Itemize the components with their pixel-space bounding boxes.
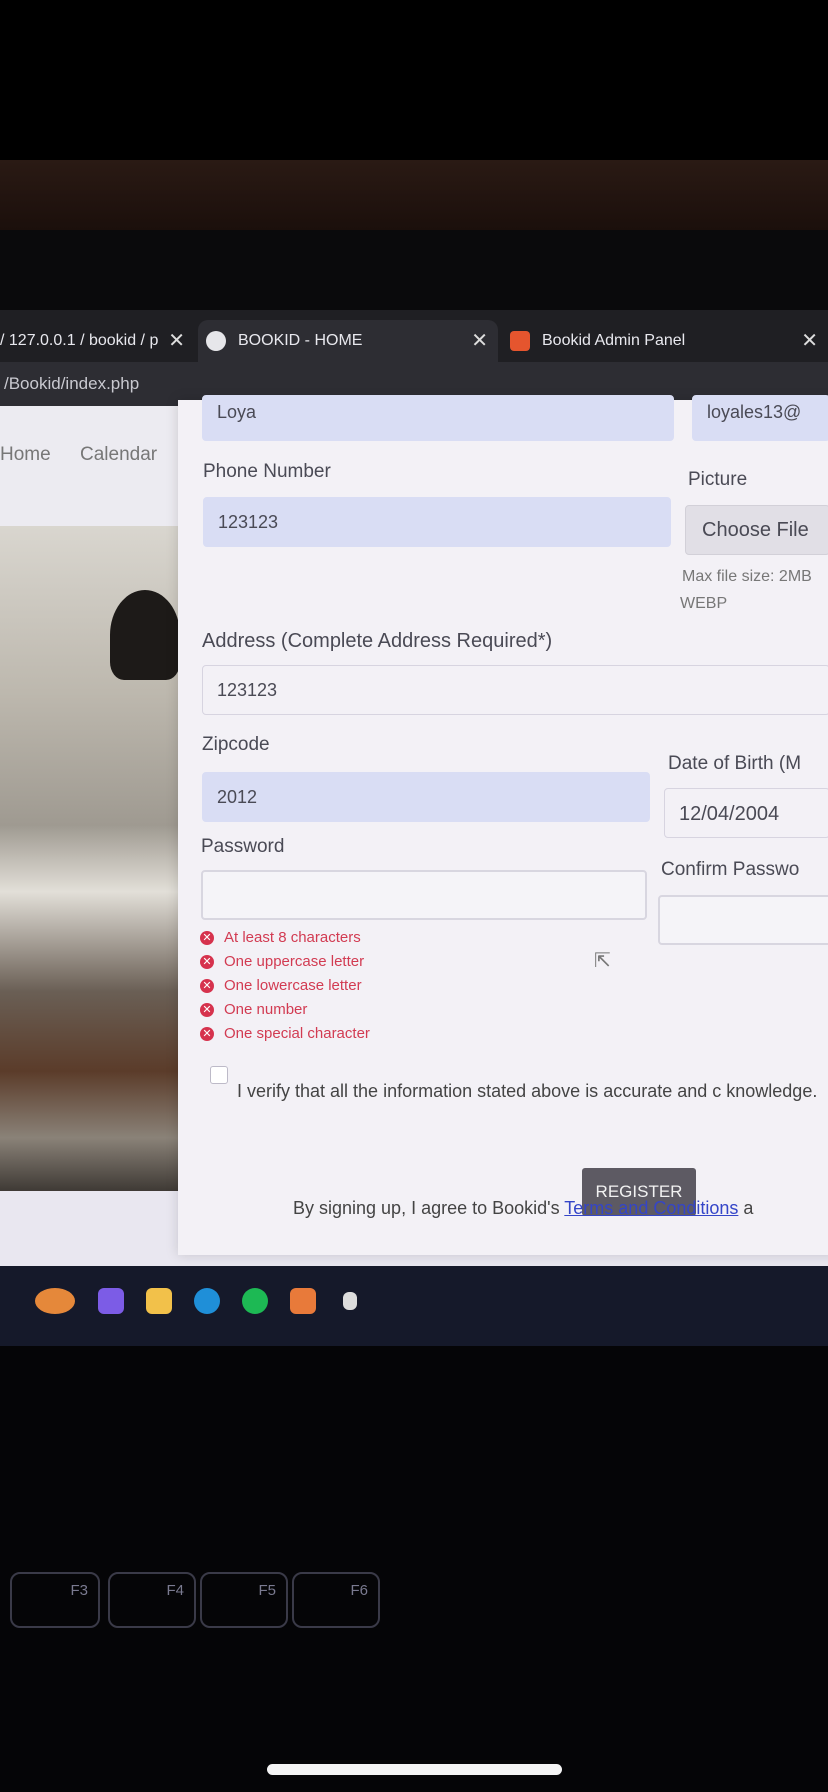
taskbar bbox=[0, 1266, 828, 1346]
email-field[interactable]: loyales13@ bbox=[692, 395, 828, 441]
keyboard-area bbox=[0, 1346, 828, 1792]
tab-bookid-home[interactable]: BOOKID - HOME ✕ bbox=[198, 320, 498, 362]
app-icon[interactable] bbox=[290, 1288, 316, 1314]
picture-label: Picture bbox=[688, 469, 748, 490]
globe-icon bbox=[206, 331, 226, 351]
password-label: Password bbox=[201, 836, 285, 857]
terms-link[interactable]: Terms and Conditions bbox=[564, 1198, 738, 1218]
rule-length: ✕ At least 8 characters bbox=[200, 929, 361, 946]
address-text: /Bookid/index.php bbox=[4, 374, 140, 393]
background-blur bbox=[0, 160, 828, 230]
tab-label: / 127.0.0.1 / bookid / p bbox=[0, 332, 159, 349]
error-icon: ✕ bbox=[200, 1002, 214, 1017]
browser-tabbar: / 127.0.0.1 / bookid / p ✕ BOOKID - HOME… bbox=[0, 310, 828, 362]
error-icon: ✕ bbox=[200, 954, 214, 969]
terms-text: By signing up, I agree to Bookid's Terms… bbox=[293, 1198, 754, 1218]
tool-icon[interactable] bbox=[343, 1292, 357, 1310]
error-icon: ✕ bbox=[200, 1026, 214, 1041]
tab-admin-panel[interactable]: Bookid Admin Panel ✕ bbox=[502, 320, 828, 362]
tab-label: BOOKID - HOME bbox=[238, 332, 363, 349]
close-icon[interactable]: ✕ bbox=[471, 330, 488, 352]
rule-special: ✕ One special character bbox=[200, 1025, 370, 1042]
folder-icon[interactable] bbox=[146, 1288, 172, 1314]
close-icon[interactable]: ✕ bbox=[168, 330, 185, 352]
address-label: Address (Complete Address Required*) bbox=[202, 630, 553, 652]
address-field[interactable]: 123123 bbox=[202, 665, 828, 715]
mouse-cursor-icon: ⇱ bbox=[594, 950, 611, 972]
app-icon bbox=[510, 331, 530, 351]
choose-file-button[interactable]: Choose File bbox=[685, 505, 828, 555]
background-dark bbox=[0, 230, 828, 310]
key-f5: F5 bbox=[200, 1572, 288, 1628]
home-indicator bbox=[267, 1764, 562, 1775]
copilot-icon[interactable] bbox=[98, 1288, 124, 1314]
phone-field[interactable]: 123123 bbox=[203, 497, 671, 547]
rule-lowercase: ✕ One lowercase letter bbox=[200, 977, 362, 994]
site-nav: Home Calendar bbox=[0, 406, 185, 526]
nav-home[interactable]: Home bbox=[0, 444, 51, 466]
weather-icon[interactable] bbox=[35, 1288, 75, 1314]
password-field[interactable] bbox=[201, 870, 647, 920]
dob-label: Date of Birth (M bbox=[668, 753, 802, 774]
edge-icon[interactable] bbox=[194, 1288, 220, 1314]
lamp-shape bbox=[110, 590, 180, 680]
zipcode-label: Zipcode bbox=[202, 734, 270, 755]
nav-calendar[interactable]: Calendar bbox=[80, 444, 157, 466]
first-name-field[interactable]: Loya bbox=[202, 395, 674, 441]
file-hint-format: WEBP bbox=[680, 595, 728, 612]
rule-uppercase: ✕ One uppercase letter bbox=[200, 953, 364, 970]
tab-label: Bookid Admin Panel bbox=[542, 332, 686, 349]
error-icon: ✕ bbox=[200, 930, 214, 945]
close-icon[interactable]: ✕ bbox=[801, 330, 818, 352]
verify-checkbox[interactable] bbox=[210, 1066, 228, 1084]
confirm-password-label: Confirm Passwo bbox=[661, 859, 800, 880]
verify-text: I verify that all the information stated… bbox=[237, 1081, 818, 1101]
file-hint: Max file size: 2MB bbox=[682, 568, 812, 585]
rule-number: ✕ One number bbox=[200, 1001, 307, 1018]
confirm-password-field[interactable] bbox=[658, 895, 828, 945]
key-f6: F6 bbox=[292, 1572, 380, 1628]
tab-phpmyadmin[interactable]: / 127.0.0.1 / bookid / p ✕ bbox=[0, 320, 195, 362]
dob-field[interactable]: 12/04/2004 bbox=[664, 788, 828, 838]
error-icon: ✕ bbox=[200, 978, 214, 993]
phone-label: Phone Number bbox=[203, 461, 331, 482]
key-f3: F3 bbox=[10, 1572, 100, 1628]
key-f4: F4 bbox=[108, 1572, 196, 1628]
zipcode-field[interactable]: 2012 bbox=[202, 772, 650, 822]
spotify-icon[interactable] bbox=[242, 1288, 268, 1314]
